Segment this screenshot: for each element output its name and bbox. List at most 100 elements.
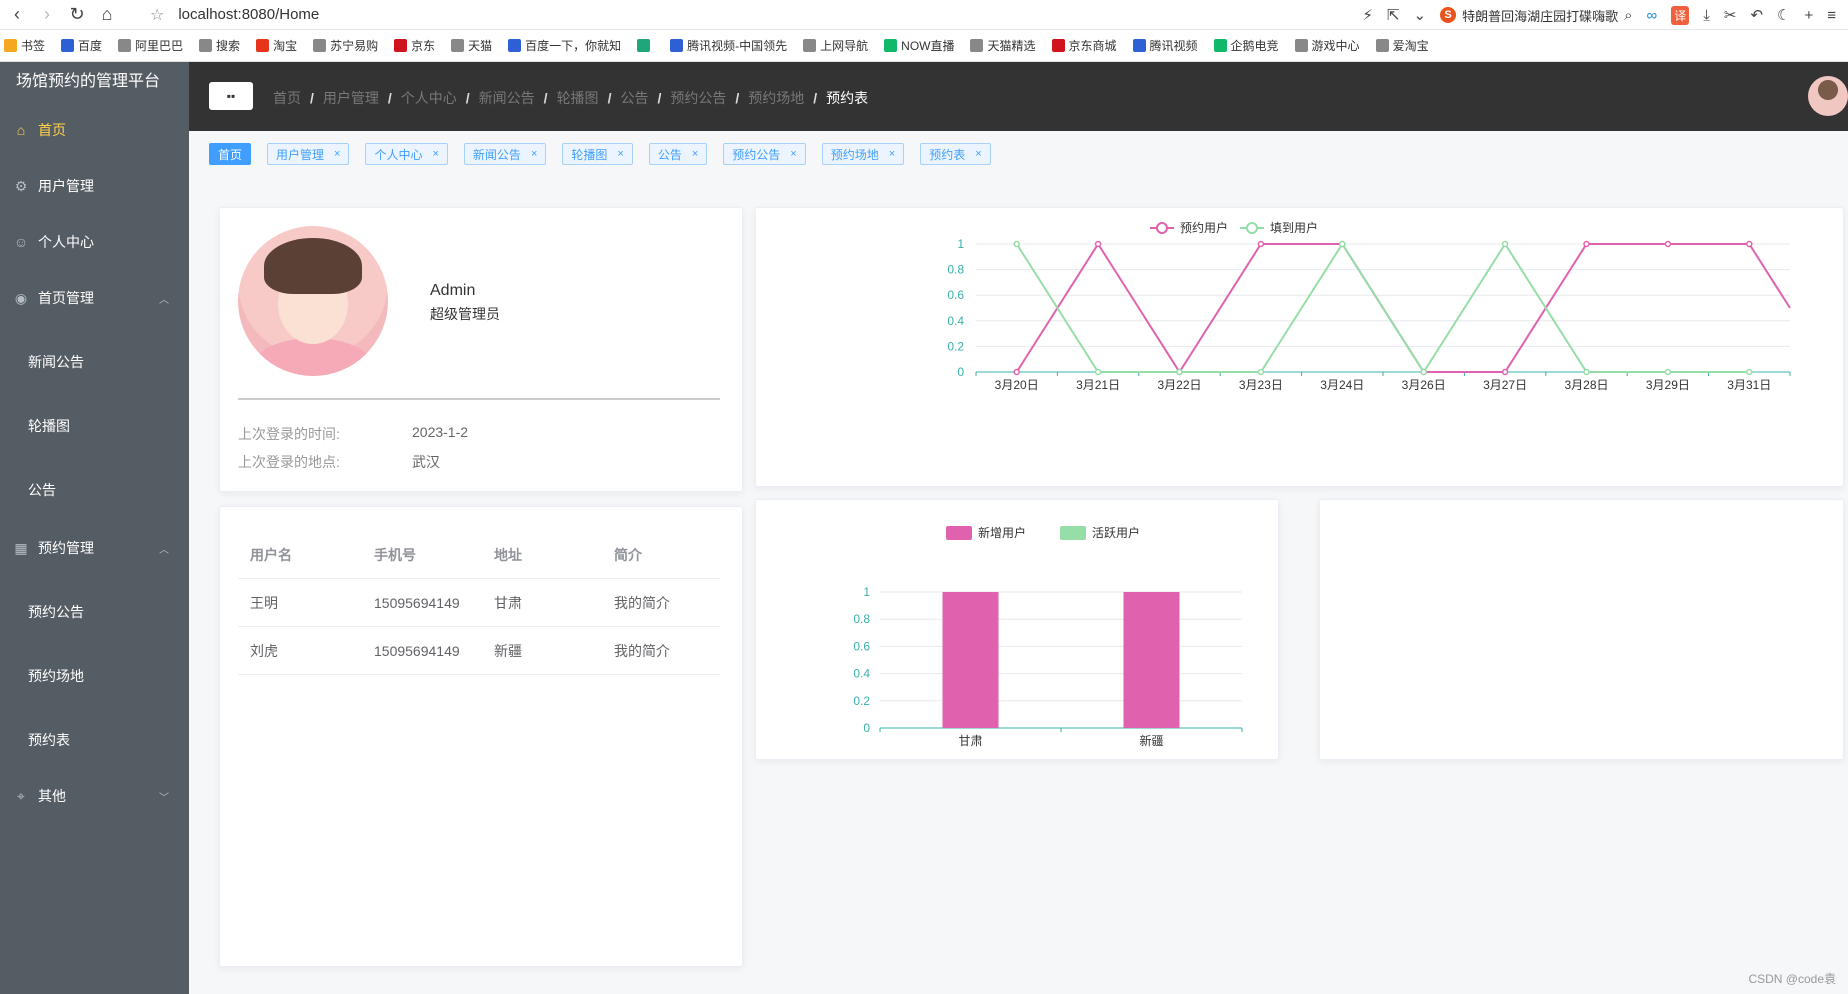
sidebar: 场馆预约的管理平台 ⌂ 首页 ⚙ 用户管理 ☺ 个人中心 ◉ 首页管理 ︿ 新闻… [0, 62, 189, 994]
bookmark-item[interactable]: NOW直播 [884, 37, 954, 54]
tab-tag[interactable]: 预约表 × [920, 143, 991, 165]
extension-icon[interactable]: ∞ [1647, 7, 1658, 24]
bookmark-item[interactable]: 搜索 [199, 37, 240, 54]
bar [942, 592, 999, 728]
home-page-icon[interactable]: ⌂ [94, 2, 120, 28]
bookmark-item[interactable]: 京东 [394, 37, 435, 54]
data-point [1746, 240, 1753, 248]
breadcrumb-item[interactable]: 用户管理 [323, 88, 379, 108]
close-icon[interactable]: × [531, 148, 537, 160]
sidebar-item-reservation-management[interactable]: ▦ 预约管理 ︿ [0, 520, 189, 576]
sidebar-item-reservation-table[interactable]: 预约表 [0, 712, 189, 768]
url-text[interactable]: localhost:8080/Home [178, 6, 319, 23]
tab-tag[interactable]: 预约场地 × [821, 143, 905, 165]
moon-icon[interactable]: ☾ [1777, 6, 1790, 24]
menu-icon[interactable]: ≡ [1827, 7, 1836, 24]
sidebar-item-notice[interactable]: 公告 [0, 462, 189, 518]
y-tick-label: 0.8 [947, 263, 964, 277]
y-tick-label: 0 [957, 365, 964, 379]
bookmark-item[interactable]: 企鹅电竞 [1213, 37, 1279, 54]
breadcrumb-item[interactable]: 预约表 [826, 88, 868, 108]
breadcrumb-item[interactable]: 预约公告 [670, 88, 726, 108]
data-point [1501, 240, 1509, 248]
bookmark-item[interactable]: 百度 [61, 37, 102, 54]
reload-icon[interactable]: ↻ [64, 2, 90, 28]
tab-tag[interactable]: 首页 [209, 143, 252, 165]
bookmark-item[interactable]: 淘宝 [256, 37, 297, 54]
breadcrumb-item[interactable]: 公告 [620, 88, 648, 108]
sidebar-item-reservation-notice[interactable]: 预约公告 [0, 584, 189, 640]
bookmark-item[interactable]: 苏宁易购 [313, 37, 378, 54]
table-row[interactable]: 刘虎 15095694149 新疆 我的简介 [238, 627, 720, 675]
chevron-down-icon[interactable]: ⌄ [1414, 6, 1427, 24]
breadcrumb-item[interactable]: 预约场地 [748, 88, 804, 108]
download-icon[interactable]: ⤓ [1703, 7, 1710, 24]
address-bar[interactable]: ☆ localhost:8080/Home [150, 5, 319, 25]
share-icon[interactable]: ⇱ [1387, 6, 1400, 24]
bookmark-item[interactable] [637, 39, 654, 52]
x-tick-label: 3月27日 [1483, 378, 1527, 392]
sidebar-item-news[interactable]: 新闻公告 [0, 334, 189, 390]
search-engine-icon[interactable]: S [1440, 7, 1457, 23]
tab-tag[interactable]: 预约公告 × [723, 143, 806, 165]
table-row[interactable]: 王明 15095694149 甘肃 我的简介 [238, 579, 720, 627]
bookmark-item[interactable]: 书签 [4, 37, 45, 54]
close-icon[interactable]: × [692, 148, 698, 160]
forward-icon[interactable]: › [34, 2, 60, 28]
star-icon [4, 39, 17, 52]
tab-tag[interactable]: 轮播图 × [562, 143, 633, 165]
lightning-icon[interactable]: ⚡ [1362, 6, 1373, 24]
profile-name: Admin [430, 282, 476, 299]
sidebar-item-user-management[interactable]: ⚙ 用户管理 [0, 158, 189, 214]
translate-icon[interactable]: 译 [1671, 5, 1690, 25]
sidebar-item-home-management[interactable]: ◉ 首页管理 ︿ [0, 270, 189, 326]
back-icon[interactable]: ‹ [4, 2, 30, 28]
close-icon[interactable]: × [334, 148, 340, 160]
site-icon [256, 39, 270, 52]
tab-tag[interactable]: 公告 × [648, 143, 708, 165]
top-header: ▪▪ 首页 / 用户管理 / 个人中心 / 新闻公告 / 轮播图 / 公告 / 预约公告 / 预约场地 / 预约… [189, 62, 1848, 131]
search-box[interactable]: S 特朗普回海湖庄园打碟嗨歌 ⌕ [1440, 6, 1633, 25]
bookmark-star-icon[interactable]: ☆ [150, 5, 164, 25]
search-text[interactable]: 特朗普回海湖庄园打碟嗨歌 [1462, 6, 1618, 25]
bookmark-item[interactable]: 百度一下，你就知 [508, 37, 621, 54]
breadcrumb-item[interactable]: 新闻公告 [479, 88, 535, 108]
bookmark-item[interactable]: 腾讯视频-中国领先 [670, 37, 787, 54]
sidebar-item-personal-center[interactable]: ☺ 个人中心 [0, 214, 189, 270]
breadcrumb-item[interactable]: 首页 [273, 88, 301, 108]
bookmark-item[interactable]: 京东商城 [1051, 37, 1117, 54]
close-icon[interactable]: × [975, 148, 981, 160]
table-header: 用户名 手机号 地址 简介 [238, 531, 720, 579]
bookmark-item[interactable]: 腾讯视频 [1132, 37, 1198, 54]
close-icon[interactable]: × [617, 148, 623, 160]
bookmark-item[interactable]: 天猫精选 [970, 37, 1036, 54]
bookmark-item[interactable]: 上网导航 [803, 37, 868, 54]
tab-tag[interactable]: 用户管理 × [267, 143, 350, 165]
tab-tag[interactable]: 个人中心 × [365, 143, 448, 165]
breadcrumb-item[interactable]: 个人中心 [401, 88, 457, 108]
bookmark-item[interactable]: 爱淘宝 [1375, 37, 1429, 54]
data-point [1339, 240, 1346, 248]
undo-icon[interactable]: ↶ [1750, 6, 1763, 24]
sidebar-item-carousel[interactable]: 轮播图 [0, 398, 189, 454]
breadcrumb-item[interactable]: 轮播图 [557, 88, 599, 108]
bookmark-item[interactable]: 游戏中心 [1294, 37, 1360, 54]
user-avatar[interactable] [1808, 76, 1848, 116]
tab-tag[interactable]: 新闻公告 × [463, 143, 547, 165]
legend-label: 填到用户 [1270, 220, 1318, 235]
sidebar-item-other[interactable]: ⌖ 其他 ﹀ [0, 768, 189, 824]
search-icon[interactable]: ⌕ [1624, 7, 1632, 24]
scissors-icon[interactable]: ✂ [1724, 6, 1737, 24]
site-icon [884, 39, 898, 52]
close-icon[interactable]: × [889, 148, 895, 160]
close-icon[interactable]: × [790, 148, 796, 160]
bookmark-item[interactable]: 阿里巴巴 [118, 37, 183, 54]
close-icon[interactable]: × [432, 148, 438, 160]
plus-icon[interactable]: + [1804, 7, 1813, 24]
site-icon [1051, 39, 1065, 52]
bookmark-item[interactable]: 天猫 [451, 37, 492, 54]
data-point [1013, 240, 1020, 248]
sidebar-item-home[interactable]: ⌂ 首页 [0, 102, 189, 158]
sidebar-item-reservation-venue[interactable]: 预约场地 [0, 648, 189, 704]
collapse-menu-button[interactable]: ▪▪ [209, 82, 253, 110]
